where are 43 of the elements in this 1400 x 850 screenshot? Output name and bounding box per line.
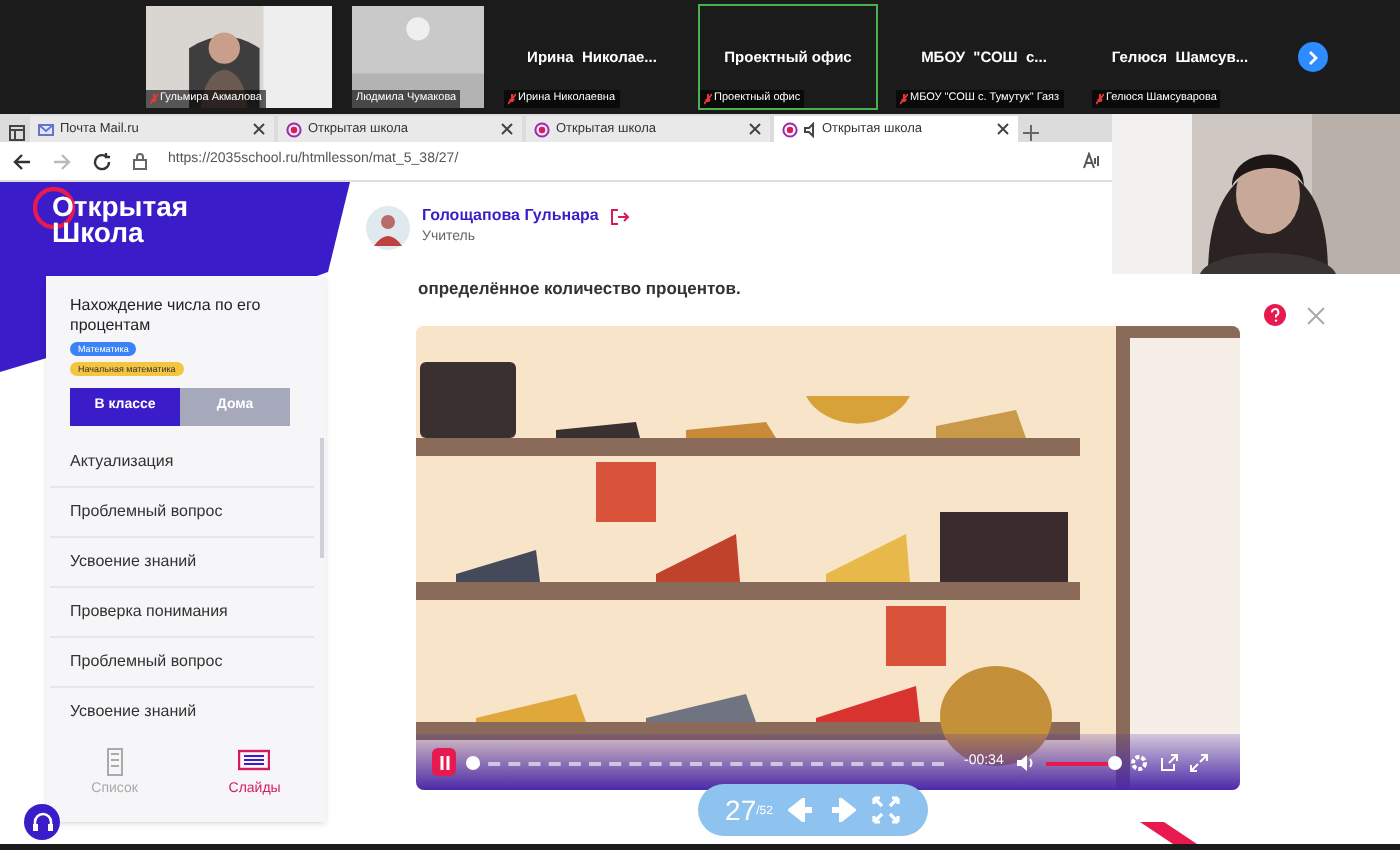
- fullscreen-icon[interactable]: [1189, 753, 1208, 771]
- scrollbar: [320, 438, 324, 558]
- progress-slider[interactable]: [468, 755, 944, 769]
- logo-text: Школа: [52, 220, 144, 246]
- volume-icon[interactable]: [1015, 753, 1034, 771]
- back-icon[interactable]: [12, 151, 32, 171]
- read-aloud-icon[interactable]: [1082, 152, 1100, 170]
- site-icon: [782, 121, 798, 137]
- next-page-button[interactable]: [1298, 42, 1328, 72]
- section-item[interactable]: Актуализация: [50, 438, 314, 488]
- lesson-title: Нахождение числа по его процентам: [70, 296, 263, 336]
- section-item[interactable]: Усвоение знаний: [50, 688, 314, 728]
- close-icon[interactable]: [252, 122, 266, 136]
- close-icon[interactable]: [748, 122, 762, 136]
- site-icon: [286, 121, 302, 137]
- section-item[interactable]: Усвоение знаний: [50, 538, 314, 588]
- settings-icon[interactable]: [1129, 753, 1148, 771]
- close-icon[interactable]: [996, 122, 1010, 136]
- content-text: определённое количество процентов.: [418, 275, 743, 301]
- section-item[interactable]: Проверка понимания: [50, 588, 314, 638]
- section-item[interactable]: Проблемный вопрос: [50, 488, 314, 538]
- pause-button[interactable]: [432, 748, 456, 776]
- reload-icon[interactable]: [92, 151, 112, 171]
- accent-stripe: [1140, 822, 1200, 844]
- chevron-right-icon: [1306, 49, 1320, 65]
- mail-icon: [38, 121, 54, 137]
- list-icon: [105, 748, 124, 777]
- logout-icon[interactable]: [610, 207, 631, 226]
- lock-icon: [132, 152, 148, 170]
- tab-actions-icon[interactable]: [8, 124, 26, 142]
- site-icon: [534, 121, 550, 137]
- headset-icon: [31, 811, 53, 833]
- support-button[interactable]: [24, 804, 60, 840]
- avatar: [366, 205, 410, 249]
- slide-counter: 27$^{/52}$: [725, 791, 773, 829]
- external-link-icon[interactable]: [1159, 753, 1178, 771]
- close-icon[interactable]: [500, 122, 514, 136]
- volume-slider[interactable]: [1045, 755, 1118, 769]
- help-icon[interactable]: [1264, 304, 1286, 326]
- new-tab-icon[interactable]: [1022, 124, 1040, 142]
- section-item[interactable]: Проблемный вопрос: [50, 638, 314, 688]
- pause-icon: [439, 755, 449, 769]
- user-name[interactable]: Голощапова Гульнара: [422, 204, 599, 229]
